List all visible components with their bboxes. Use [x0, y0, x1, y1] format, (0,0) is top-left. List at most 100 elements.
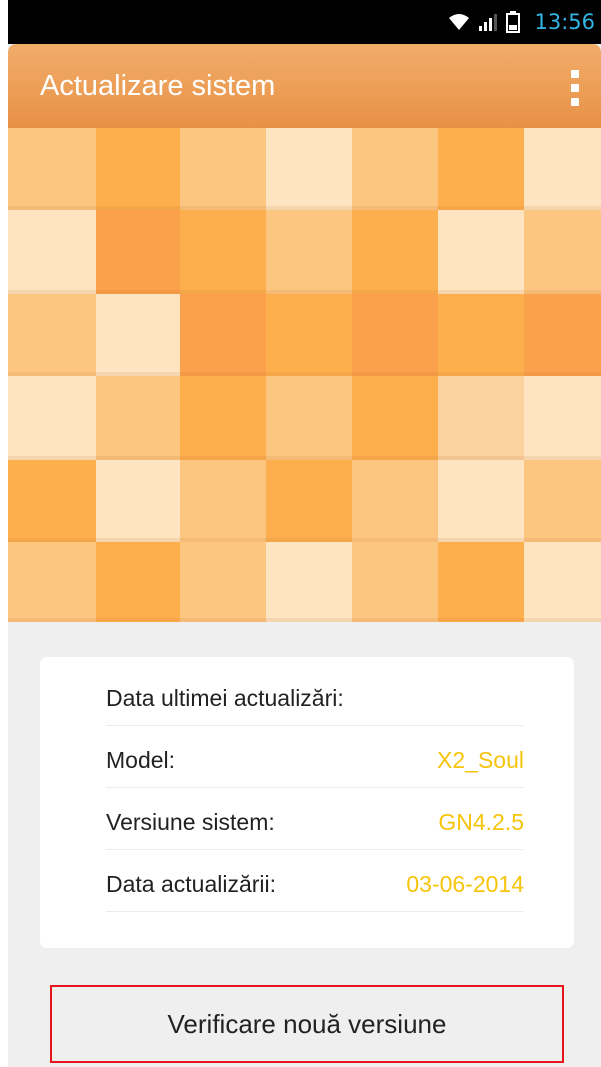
- phone-screen: 13:56 Actualizare sistem Data ultimei ac…: [8, 0, 601, 1067]
- row-version: Versiune sistem: GN4.2.5: [106, 787, 524, 850]
- mosaic-tile-shadow: [266, 618, 352, 622]
- row-last-update: Data ultimei actualizări:: [106, 663, 524, 726]
- mosaic-tile-shadow: [438, 456, 524, 460]
- mosaic-tile-shadow: [96, 290, 180, 294]
- mosaic-tile-shadow: [96, 456, 180, 460]
- mosaic-tile-shadow: [96, 538, 180, 542]
- battery-icon: [506, 11, 521, 33]
- mosaic-tile-shadow: [438, 206, 524, 210]
- mosaic-tile-shadow: [180, 456, 266, 460]
- mosaic-tile: [180, 128, 266, 210]
- row-update-date: Data actualizării: 03-06-2014: [106, 849, 524, 912]
- mosaic-tile-shadow: [352, 618, 438, 622]
- mosaic-tile: [180, 542, 266, 622]
- mosaic-tile: [96, 210, 180, 294]
- mosaic-tile: [96, 294, 180, 376]
- device-info-card: Data ultimei actualizări: Model: X2_Soul…: [40, 657, 574, 948]
- mosaic-tile: [524, 128, 601, 210]
- mosaic-tile-shadow: [524, 372, 601, 376]
- mosaic-tile-shadow: [524, 290, 601, 294]
- mosaic-tile-shadow: [438, 290, 524, 294]
- mosaic-tile-shadow: [352, 290, 438, 294]
- menu-dot: [571, 84, 579, 92]
- mosaic-tile-shadow: [266, 372, 352, 376]
- mosaic-tile: [266, 294, 352, 376]
- mosaic-tile: [352, 460, 438, 542]
- mosaic-tile-shadow: [8, 290, 96, 294]
- mosaic-tile: [438, 294, 524, 376]
- mosaic-tile: [180, 294, 266, 376]
- status-icons: 13:56: [448, 0, 595, 44]
- mosaic-tile: [266, 376, 352, 460]
- mosaic-tile-shadow: [266, 538, 352, 542]
- mosaic-tile: [438, 542, 524, 622]
- mosaic-tile: [96, 376, 180, 460]
- mosaic-tile: [266, 460, 352, 542]
- update-date-label: Data actualizării:: [106, 871, 277, 897]
- mosaic-tile-shadow: [266, 290, 352, 294]
- mosaic-tile-shadow: [438, 618, 524, 622]
- mosaic-tile: [438, 210, 524, 294]
- mosaic-tile: [438, 128, 524, 210]
- version-label: Versiune sistem:: [106, 809, 275, 835]
- mosaic-tile-shadow: [352, 456, 438, 460]
- mosaic-tile-shadow: [180, 290, 266, 294]
- mosaic-tile: [8, 210, 96, 294]
- status-time: 13:56: [534, 10, 595, 34]
- app-bar: Actualizare sistem: [8, 44, 601, 128]
- mosaic-tile: [352, 210, 438, 294]
- mosaic-tile: [96, 460, 180, 542]
- wifi-icon: [448, 12, 470, 32]
- mosaic-tile: [8, 460, 96, 542]
- mosaic-tile: [524, 294, 601, 376]
- mosaic-tile-shadow: [180, 618, 266, 622]
- mosaic-tile-shadow: [8, 456, 96, 460]
- mosaic-tile: [8, 294, 96, 376]
- mosaic-tile: [524, 376, 601, 460]
- mosaic-tile-shadow: [96, 372, 180, 376]
- mosaic-tile-shadow: [438, 372, 524, 376]
- mosaic-tile: [180, 460, 266, 542]
- mosaic-tile: [266, 542, 352, 622]
- mosaic-tile-shadow: [524, 538, 601, 542]
- mosaic-tile-shadow: [266, 456, 352, 460]
- mosaic-tile-shadow: [8, 618, 96, 622]
- last-update-label: Data ultimei actualizări:: [106, 685, 344, 711]
- mosaic-tile: [8, 128, 96, 210]
- mosaic-tile-shadow: [180, 372, 266, 376]
- mosaic-tile: [8, 376, 96, 460]
- mosaic-tile: [352, 128, 438, 210]
- mosaic-tile: [352, 294, 438, 376]
- mosaic-tile: [180, 210, 266, 294]
- mosaic-tile-shadow: [180, 538, 266, 542]
- overflow-menu-icon[interactable]: [565, 70, 585, 106]
- mosaic-tile-shadow: [8, 538, 96, 542]
- mosaic-tile: [96, 128, 180, 210]
- mosaic-tile: [524, 210, 601, 294]
- header-mosaic-image: [8, 128, 601, 622]
- menu-dot: [571, 70, 579, 78]
- model-label: Model:: [106, 747, 176, 773]
- status-bar: 13:56: [8, 0, 601, 44]
- mosaic-tile: [8, 542, 96, 622]
- mosaic-tile-shadow: [352, 206, 438, 210]
- mosaic-tile: [438, 460, 524, 542]
- mosaic-tile: [352, 542, 438, 622]
- model-value: X2_Soul: [437, 747, 524, 773]
- row-model: Model: X2_Soul: [106, 725, 524, 788]
- mosaic-tile-shadow: [524, 206, 601, 210]
- mosaic-tile: [96, 542, 180, 622]
- mosaic-tile-shadow: [96, 618, 180, 622]
- mosaic-tile: [524, 542, 601, 622]
- mosaic-tile-shadow: [8, 372, 96, 376]
- menu-dot: [571, 98, 579, 106]
- mosaic-tile-shadow: [8, 206, 96, 210]
- mosaic-tile-shadow: [524, 618, 601, 622]
- check-new-version-button[interactable]: Verificare nouă versiune: [50, 985, 564, 1063]
- mosaic-tile: [266, 210, 352, 294]
- version-value: GN4.2.5: [438, 809, 524, 835]
- app-title: Actualizare sistem: [40, 70, 276, 102]
- mosaic-tile: [524, 460, 601, 542]
- mosaic-tile: [266, 128, 352, 210]
- mosaic-tile-shadow: [96, 206, 180, 210]
